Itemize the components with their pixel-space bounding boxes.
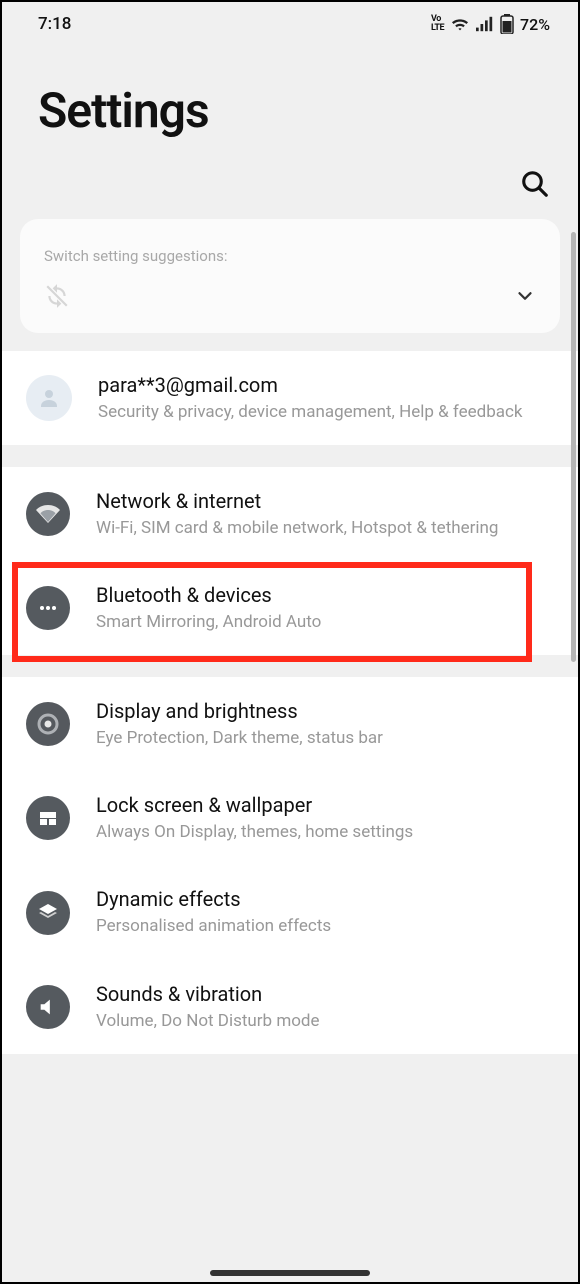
row-sub: Wi-Fi, SIM card & mobile network, Hotspo… [96, 517, 554, 539]
status-bar: 7:18 VoLTE 72% [2, 2, 578, 42]
header: Settings [2, 42, 578, 159]
account-email: para**3@gmail.com [98, 373, 554, 397]
signal-icon [476, 16, 494, 32]
account-sub: Security & privacy, device management, H… [98, 401, 554, 423]
connectivity-group: Network & internet Wi-Fi, SIM card & mob… [2, 467, 578, 655]
row-text: Display and brightness Eye Protection, D… [96, 699, 554, 749]
row-sub: Personalised animation effects [96, 915, 554, 937]
brightness-icon [26, 702, 70, 746]
search-icon [520, 169, 550, 199]
account-group: para**3@gmail.com Security & privacy, de… [2, 351, 578, 445]
personalization-group: Display and brightness Eye Protection, D… [2, 677, 578, 1053]
row-sub: Eye Protection, Dark theme, status bar [96, 727, 554, 749]
battery-percent: 72% [520, 15, 550, 34]
row-title: Sounds & vibration [96, 982, 554, 1006]
suggestions-label: Switch setting suggestions: [44, 247, 536, 265]
suggestions-card[interactable]: Switch setting suggestions: [20, 219, 560, 333]
row-text: Lock screen & wallpaper Always On Displa… [96, 793, 554, 843]
battery-icon [500, 14, 514, 34]
row-title: Lock screen & wallpaper [96, 793, 554, 817]
chevron-down-icon [514, 285, 536, 307]
more-horiz-icon [26, 586, 70, 630]
row-text: Network & internet Wi-Fi, SIM card & mob… [96, 489, 554, 539]
settings-row-display[interactable]: Display and brightness Eye Protection, D… [2, 677, 578, 771]
page-title: Settings [38, 82, 542, 139]
status-right: VoLTE 72% [431, 14, 550, 34]
person-icon [37, 386, 61, 410]
sync-off-icon [44, 283, 70, 309]
row-title: Network & internet [96, 489, 554, 513]
row-title: Dynamic effects [96, 887, 554, 911]
settings-row-sounds[interactable]: Sounds & vibration Volume, Do Not Distur… [2, 960, 578, 1054]
status-time: 7:18 [38, 14, 71, 34]
search-button[interactable] [520, 169, 550, 199]
avatar [26, 375, 72, 421]
row-sub: Volume, Do Not Disturb mode [96, 1010, 554, 1032]
row-text: Bluetooth & devices Smart Mirroring, And… [96, 583, 554, 633]
account-row[interactable]: para**3@gmail.com Security & privacy, de… [2, 351, 578, 445]
settings-row-network[interactable]: Network & internet Wi-Fi, SIM card & mob… [2, 467, 578, 561]
layers-icon [26, 891, 70, 935]
scroll-indicator[interactable] [571, 232, 576, 662]
wifi-circle-icon [26, 492, 70, 536]
wallpaper-icon [26, 796, 70, 840]
home-indicator[interactable] [210, 1270, 370, 1276]
account-text: para**3@gmail.com Security & privacy, de… [98, 373, 554, 423]
row-sub: Smart Mirroring, Android Auto [96, 611, 554, 633]
row-text: Sounds & vibration Volume, Do Not Distur… [96, 982, 554, 1032]
search-row [2, 159, 578, 219]
settings-row-dynamic[interactable]: Dynamic effects Personalised animation e… [2, 865, 578, 959]
row-title: Display and brightness [96, 699, 554, 723]
volte-icon: VoLTE [431, 15, 444, 33]
settings-row-bluetooth[interactable]: Bluetooth & devices Smart Mirroring, And… [2, 561, 578, 655]
row-sub: Always On Display, themes, home settings [96, 821, 554, 843]
row-title: Bluetooth & devices [96, 583, 554, 607]
settings-row-lockscreen[interactable]: Lock screen & wallpaper Always On Displa… [2, 771, 578, 865]
row-text: Dynamic effects Personalised animation e… [96, 887, 554, 937]
volume-icon [26, 985, 70, 1029]
wifi-icon [450, 16, 470, 32]
